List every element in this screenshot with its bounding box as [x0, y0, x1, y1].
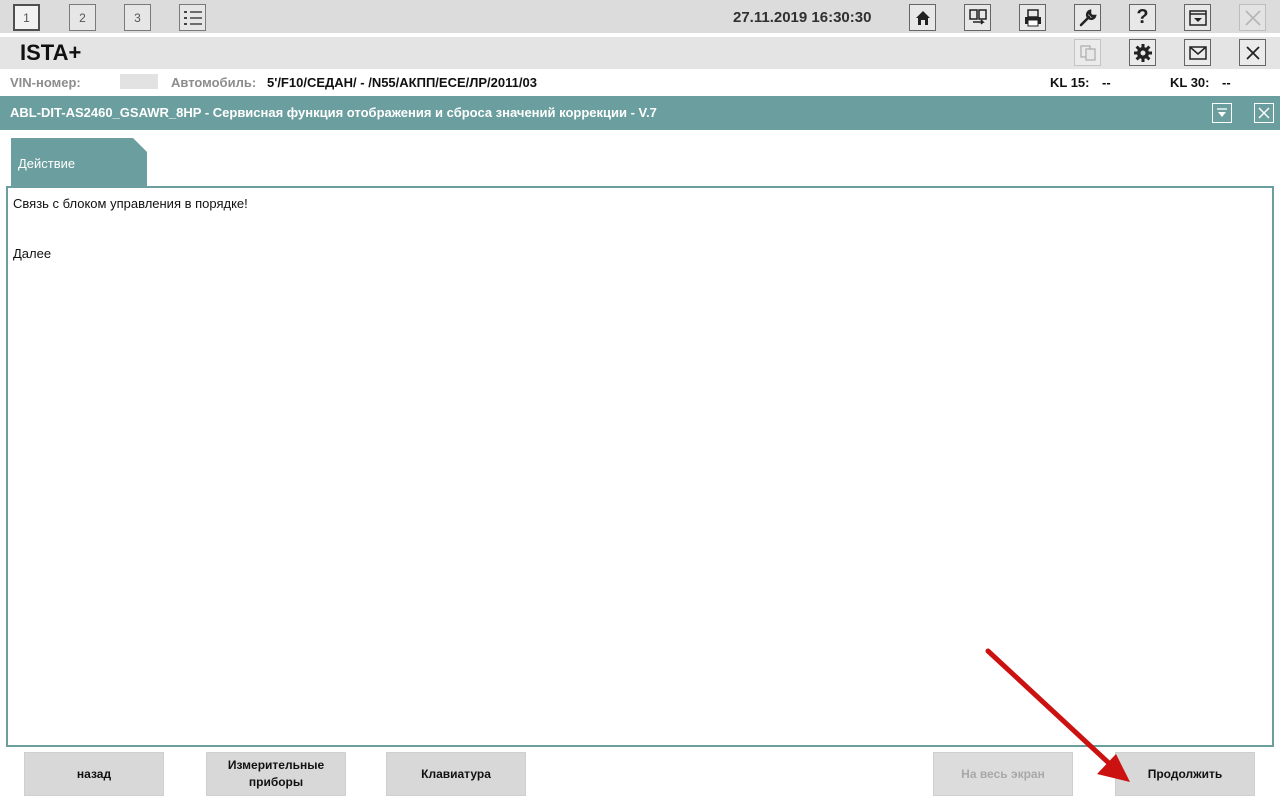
measuring-devices-label: Измерительные приборы — [228, 757, 324, 791]
close-session-button[interactable] — [1239, 39, 1266, 66]
kl30-label: KL 30: — [1170, 75, 1210, 90]
datetime-display: 27.11.2019 16:30:30 — [733, 9, 872, 26]
content-panel: Связь с блоком управления в порядке! Дал… — [6, 186, 1274, 747]
service-button[interactable] — [1074, 4, 1101, 31]
home-button[interactable] — [909, 4, 936, 31]
measuring-devices-button[interactable]: Измерительные приборы — [206, 752, 346, 796]
transfer-icon — [968, 8, 987, 25]
kl30-value: -- — [1222, 75, 1231, 90]
kl15-label: KL 15: — [1050, 75, 1090, 90]
measuring-label-line2: приборы — [248, 775, 304, 789]
back-button[interactable]: назад — [24, 752, 164, 796]
window-menu-button[interactable] — [1184, 4, 1211, 31]
function-header: ABL-DIT-AS2460_GSAWR_8HP - Сервисная фун… — [0, 96, 1280, 130]
measuring-label-line1: Измерительные — [227, 758, 325, 772]
tab-action[interactable]: Действие — [11, 138, 147, 186]
copy-button[interactable] — [1074, 39, 1101, 66]
status-message: Связь с блоком управления в порядке! — [13, 196, 248, 211]
home-icon — [915, 10, 930, 25]
kl15-value: -- — [1102, 75, 1111, 90]
session-tab-1[interactable]: 1 — [13, 4, 40, 31]
car-value: 5'/F10/СЕДАН/ - /N55/АКПП/ECE/ЛР/2011/03 — [267, 75, 537, 90]
top-toolbar: 1 2 3 27.11.2019 16:30:30 ? — [0, 0, 1280, 35]
next-text: Далее — [13, 246, 52, 261]
tab-label: Действие — [18, 156, 76, 171]
settings-button[interactable] — [1129, 39, 1156, 66]
session-tab-3[interactable]: 3 — [124, 4, 151, 31]
app-header: ISTA+ — [0, 37, 1280, 69]
car-label: Автомобиль: — [171, 75, 257, 90]
transfer-button[interactable] — [964, 4, 991, 31]
vin-label: VIN-номер: — [10, 75, 81, 90]
wrench-icon — [1079, 8, 1097, 26]
copy-icon — [1079, 44, 1096, 61]
fullscreen-button[interactable]: На весь экран — [933, 752, 1073, 796]
continue-button[interactable]: Продолжить — [1115, 752, 1255, 796]
close-icon — [1245, 45, 1260, 60]
window-menu-icon — [1188, 9, 1207, 26]
help-button[interactable]: ? — [1129, 4, 1156, 31]
list-icon — [183, 10, 202, 25]
session-tab-2[interactable]: 2 — [69, 4, 96, 31]
print-icon — [1024, 8, 1041, 26]
close-icon — [1258, 107, 1270, 119]
print-button[interactable] — [1019, 4, 1046, 31]
message-button[interactable] — [1184, 39, 1211, 66]
keyboard-button[interactable]: Клавиатура — [386, 752, 526, 796]
close-icon — [1244, 9, 1261, 26]
function-title: ABL-DIT-AS2460_GSAWR_8HP - Сервисная фун… — [10, 105, 657, 120]
function-menu-button[interactable] — [1212, 103, 1232, 123]
vin-value-redacted — [120, 74, 158, 89]
list-view-button[interactable] — [179, 4, 206, 31]
vehicle-info-row: VIN-номер: Автомобиль: 5'/F10/СЕДАН/ - /… — [0, 69, 1280, 95]
gear-icon — [1133, 43, 1152, 62]
dropdown-icon — [1217, 108, 1227, 117]
close-app-button[interactable] — [1239, 4, 1266, 31]
help-icon: ? — [1136, 6, 1149, 28]
function-close-button[interactable] — [1254, 103, 1274, 123]
app-title: ISTA+ — [20, 40, 82, 65]
envelope-icon — [1188, 45, 1207, 60]
